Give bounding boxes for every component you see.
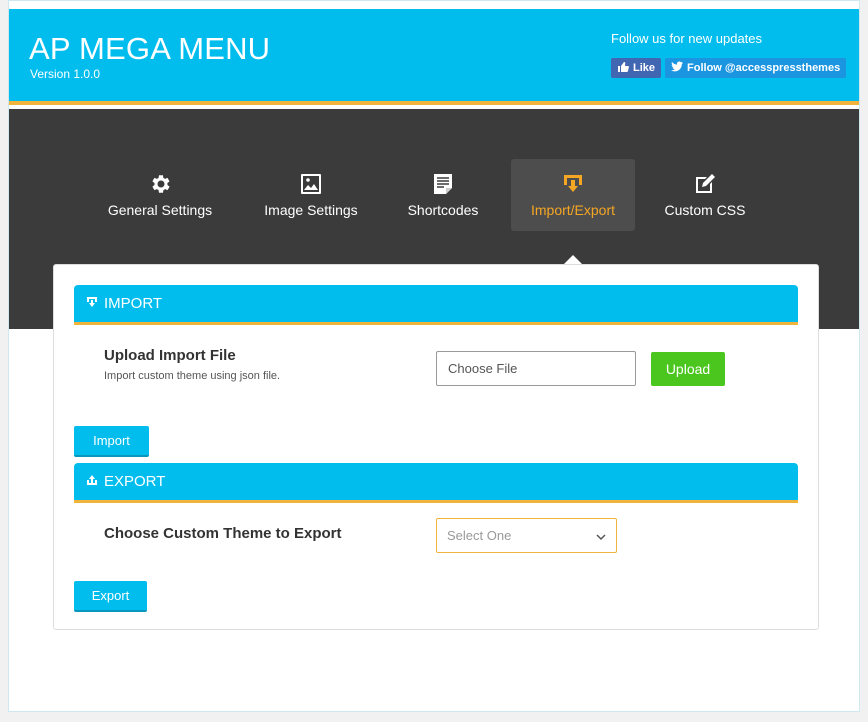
import-export-icon bbox=[561, 172, 585, 196]
export-theme-label: Choose Custom Theme to Export bbox=[104, 525, 342, 542]
gear-icon bbox=[148, 172, 172, 196]
export-theme-select[interactable]: Select One bbox=[436, 518, 617, 553]
edit-icon bbox=[693, 172, 717, 196]
export-section-header: EXPORT bbox=[74, 463, 798, 503]
tab-image-settings[interactable]: Image Settings bbox=[249, 159, 373, 231]
social-buttons: Like Follow @accesspressthemes bbox=[611, 58, 847, 78]
tab-shortcodes[interactable]: Shortcodes bbox=[397, 159, 489, 231]
tab-label: Shortcodes bbox=[407, 202, 479, 218]
upload-icon bbox=[86, 473, 98, 490]
twitter-bird-icon bbox=[671, 61, 684, 75]
facebook-like-button[interactable]: Like bbox=[611, 58, 662, 78]
import-button[interactable]: Import bbox=[74, 426, 149, 457]
content-panel: IMPORT Upload Import File Import custom … bbox=[53, 264, 819, 630]
follow-text: Follow us for new updates bbox=[611, 31, 763, 46]
choose-file-placeholder: Choose File bbox=[448, 361, 518, 376]
upload-import-label: Upload Import File bbox=[104, 347, 236, 364]
active-tab-pointer bbox=[564, 255, 582, 264]
plugin-version: Version 1.0.0 bbox=[30, 67, 101, 81]
like-label: Like bbox=[633, 62, 656, 74]
export-button[interactable]: Export bbox=[74, 581, 147, 612]
plugin-header: AP MEGA MENU Version 1.0.0 Follow us for… bbox=[9, 9, 859, 105]
follow-label: Follow @accesspressthemes bbox=[687, 62, 841, 74]
image-icon bbox=[299, 172, 323, 196]
chevron-down-icon bbox=[596, 530, 606, 545]
tab-custom-css[interactable]: Custom CSS bbox=[657, 159, 753, 231]
tab-general-settings[interactable]: General Settings bbox=[97, 159, 223, 231]
tab-label: General Settings bbox=[107, 202, 213, 218]
main-tabs: General Settings Image Settings Shortcod… bbox=[9, 159, 859, 231]
export-heading: EXPORT bbox=[104, 473, 166, 490]
tab-import-export[interactable]: Import/Export bbox=[511, 159, 635, 231]
twitter-follow-button[interactable]: Follow @accesspressthemes bbox=[665, 58, 847, 78]
upload-import-description: Import custom theme using json file. bbox=[104, 370, 281, 382]
import-section-header: IMPORT bbox=[74, 285, 798, 325]
choose-file-input[interactable]: Choose File bbox=[436, 351, 636, 386]
tab-label: Custom CSS bbox=[664, 202, 746, 218]
plugin-title: AP MEGA MENU bbox=[29, 31, 271, 66]
thumbs-up-icon bbox=[617, 61, 629, 76]
top-strip bbox=[9, 1, 859, 9]
download-icon bbox=[86, 295, 98, 312]
document-icon bbox=[431, 172, 455, 196]
select-value: Select One bbox=[447, 528, 512, 543]
plugin-frame: AP MEGA MENU Version 1.0.0 Follow us for… bbox=[8, 0, 860, 712]
tab-label: Image Settings bbox=[264, 202, 358, 218]
import-heading: IMPORT bbox=[104, 295, 163, 312]
tab-label: Import/Export bbox=[530, 202, 616, 218]
upload-button[interactable]: Upload bbox=[651, 352, 725, 386]
